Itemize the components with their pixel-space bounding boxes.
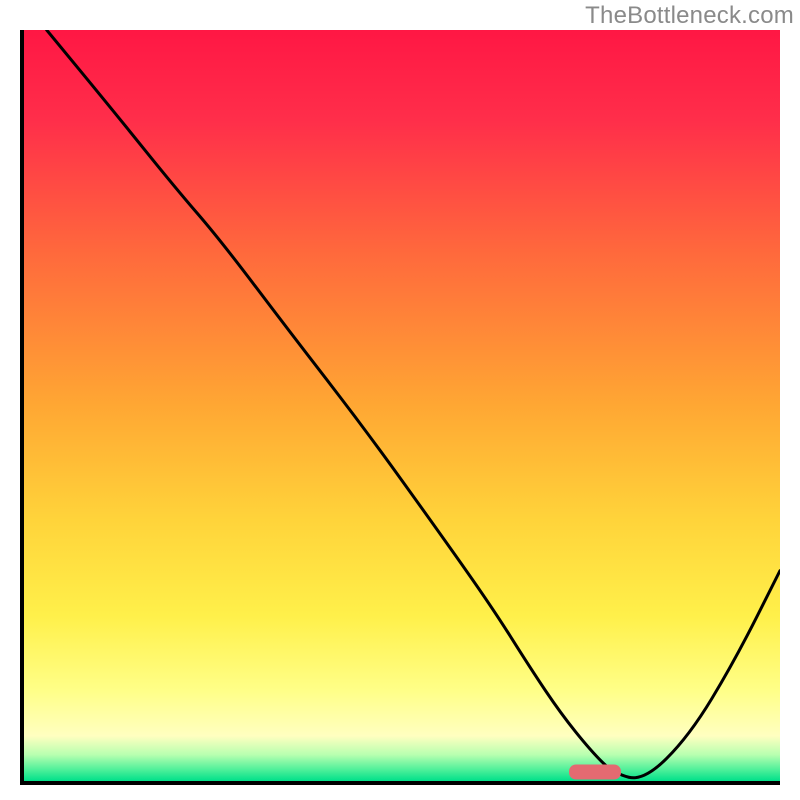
plot-area: [20, 30, 780, 785]
optimal-marker: [569, 764, 621, 779]
bottleneck-curve: [24, 30, 780, 781]
chart-frame: TheBottleneck.com: [0, 0, 800, 800]
watermark-text: TheBottleneck.com: [585, 2, 794, 30]
